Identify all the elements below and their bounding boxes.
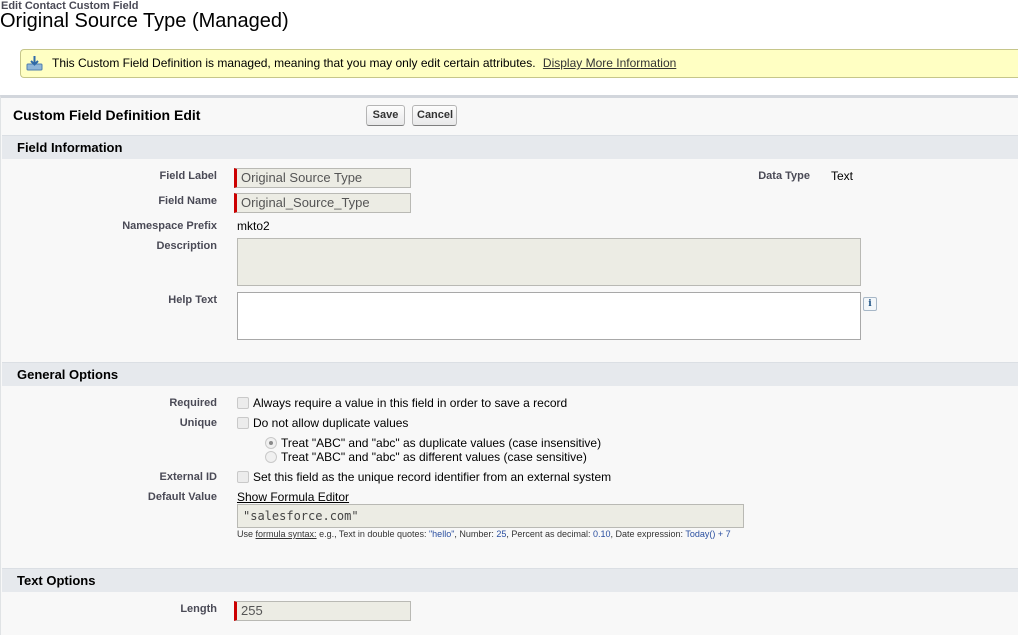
show-formula-editor-link[interactable]: Show Formula Editor	[237, 490, 349, 504]
unique-checkbox[interactable]	[237, 417, 249, 429]
required-checkbox[interactable]	[237, 397, 249, 409]
case-sensitive-radio[interactable]	[265, 451, 277, 463]
display-more-info-link[interactable]: Display More Information	[543, 56, 676, 70]
info-icon[interactable]: i	[863, 297, 877, 311]
unique-text: Do not allow duplicate values	[253, 416, 409, 430]
external-id-label: External ID	[159, 471, 217, 483]
external-id-text: Set this field as the unique record iden…	[253, 470, 612, 484]
external-id-checkbox[interactable]	[237, 471, 249, 483]
download-info-icon	[26, 55, 43, 71]
help-text-label: Help Text	[168, 294, 217, 306]
field-label-label: Field Label	[159, 170, 217, 182]
section-general-options: General Options	[2, 362, 1018, 386]
data-type-label: Data Type	[758, 170, 810, 182]
field-name-input[interactable]: Original_Source_Type	[234, 193, 411, 213]
case-insensitive-text: Treat "ABC" and "abc" as duplicate value…	[281, 436, 602, 450]
namespace-prefix-value: mkto2	[237, 219, 270, 233]
section-field-information: Field Information	[2, 135, 1018, 159]
case-sensitive-text: Treat "ABC" and "abc" as different value…	[281, 450, 587, 464]
default-value-label: Default Value	[147, 491, 217, 503]
unique-label: Unique	[179, 417, 217, 429]
field-name-label: Field Name	[158, 195, 217, 207]
panel-header: Custom Field Definition Edit Save Cancel	[1, 98, 1018, 134]
formula-hint: Use formula syntax: e.g., Text in double…	[237, 529, 731, 539]
case-insensitive-radio[interactable]	[265, 437, 277, 449]
namespace-prefix-label: Namespace Prefix	[122, 220, 217, 232]
help-text-textarea[interactable]	[237, 292, 861, 340]
save-button[interactable]: Save	[366, 105, 405, 126]
data-type-value: Text	[831, 169, 854, 183]
field-label-input[interactable]: Original Source Type	[234, 168, 411, 188]
description-textarea[interactable]	[237, 238, 861, 286]
managed-notice: This Custom Field Definition is managed,…	[20, 49, 1018, 78]
cancel-button[interactable]: Cancel	[412, 105, 457, 126]
formula-syntax-link[interactable]: formula syntax:	[256, 529, 317, 539]
required-text: Always require a value in this field in …	[253, 396, 568, 410]
section-text-options: Text Options	[2, 568, 1018, 592]
panel-title: Custom Field Definition Edit	[13, 107, 201, 123]
length-label: Length	[180, 603, 217, 615]
default-value-input[interactable]: "salesforce.com"	[237, 504, 744, 528]
page-title: Original Source Type (Managed)	[0, 10, 289, 32]
required-label: Required	[169, 397, 217, 409]
edit-panel: Custom Field Definition Edit Save Cancel…	[0, 95, 1018, 635]
length-input[interactable]: 255	[234, 601, 411, 621]
notice-message: This Custom Field Definition is managed,…	[52, 56, 536, 70]
description-label: Description	[156, 240, 217, 252]
